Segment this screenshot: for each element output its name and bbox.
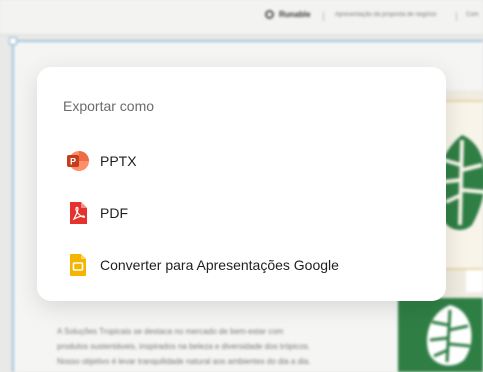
slide-body-text[interactable]: A Soluções Tropicais se destaca no merca… [57, 324, 377, 369]
brand-name: Runable [279, 10, 311, 19]
runable-logo-icon [265, 10, 274, 19]
breadcrumb-divider [323, 12, 324, 21]
google-slides-icon [65, 252, 91, 278]
export-option-label: Converter para Apresentações Google [100, 257, 339, 273]
breadcrumb[interactable]: Apresentação da proposta de negócio [335, 12, 436, 18]
selection-handle[interactable] [9, 37, 17, 45]
export-google-slides-option[interactable]: Converter para Apresentações Google [65, 250, 425, 280]
brand[interactable]: Runable [265, 10, 311, 19]
export-pptx-option[interactable]: P PPTX [65, 146, 425, 176]
export-pdf-option[interactable]: PDF [65, 198, 425, 228]
slide-body-line: A Soluções Tropicais se destaca no merca… [57, 327, 284, 336]
export-dialog-title: Exportar como [63, 98, 155, 114]
export-dialog: Exportar como P PPTX PDF Converter para … [37, 67, 446, 301]
export-option-label: PDF [100, 205, 128, 221]
svg-text:P: P [70, 157, 76, 167]
breadcrumb-divider [456, 12, 457, 21]
slide-body-line: Nosso objetivo é levar tranquilidade nat… [57, 357, 311, 366]
top-bar: Runable Apresentação da proposta de negó… [0, 0, 483, 35]
pdf-icon [65, 200, 91, 226]
image-border [466, 270, 483, 292]
monstera-leaf-icon [426, 305, 472, 366]
powerpoint-icon: P [65, 148, 91, 174]
slide-body-line: produtos sustentáveis, inspirados na bel… [57, 342, 311, 351]
export-option-label: PPTX [100, 153, 137, 169]
breadcrumb-next[interactable]: Com [466, 12, 479, 18]
